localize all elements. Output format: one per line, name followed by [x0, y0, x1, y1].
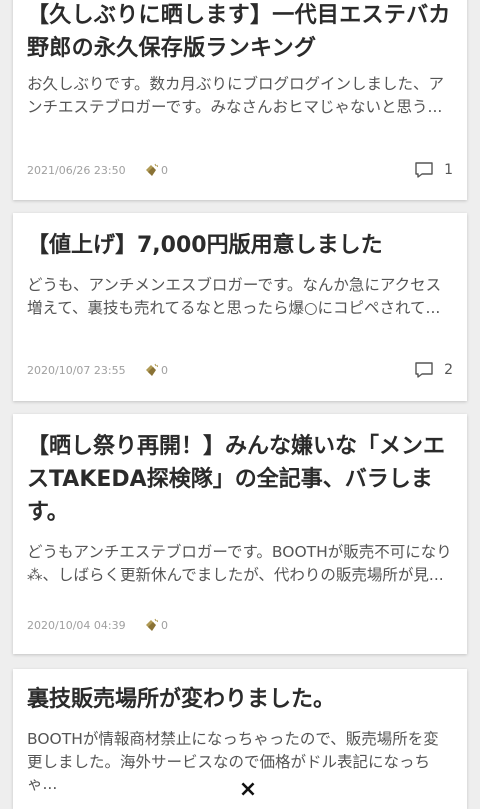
- article-card[interactable]: 【値上げ】7,000円版用意しました どうも、アンチメンエスブロガーです。なんか…: [13, 213, 467, 401]
- article-title[interactable]: 【晒し祭り再開！】みんな嫌いな「メンエスTAKEDA探検隊」の全記事、バラします…: [27, 414, 453, 529]
- clap-button[interactable]: 0: [143, 618, 168, 632]
- article-title[interactable]: 【値上げ】7,000円版用意しました: [27, 213, 453, 262]
- article-meta: 2021/06/26 23:50 0 1: [27, 159, 453, 181]
- article-meta: 2020/10/04 04:39 0: [27, 614, 453, 636]
- article-card[interactable]: 【久しぶりに晒します】一代目エステバカ野郎の永久保存版ランキング お久しぶりです…: [13, 0, 467, 200]
- article-title[interactable]: 裏技販売場所が変わりました。: [27, 669, 453, 716]
- clap-count: 0: [161, 163, 168, 177]
- article-excerpt: どうも、アンチメンエスブロガーです。なんか急にアクセス増えて、裏技も売れてるなと…: [27, 276, 442, 317]
- comment-bubble-icon: [415, 362, 433, 378]
- article-card[interactable]: 【晒し祭り再開！】みんな嫌いな「メンエスTAKEDA探検隊」の全記事、バラします…: [13, 414, 467, 654]
- clap-hands-icon: [146, 163, 158, 176]
- article-excerpt: お久しぶりです。数カ月ぶりにブログログインしました、アンチエステブロガーです。み…: [27, 75, 444, 116]
- article-meta: 2020/10/07 23:55 0 2: [27, 359, 453, 381]
- clap-hands-icon: [146, 363, 158, 376]
- post-date: 2020/10/07 23:55: [27, 363, 126, 377]
- close-icon[interactable]: ×: [238, 779, 258, 801]
- article-excerpt: どうもアンチエステブロガーです。BOOTHが販売不可になり⁂、しばらく更新休んで…: [27, 543, 452, 584]
- comment-bubble-icon: [415, 162, 433, 178]
- article-title[interactable]: 【久しぶりに晒します】一代目エステバカ野郎の永久保存版ランキング: [27, 0, 453, 65]
- clap-count: 0: [161, 363, 168, 377]
- comment-count: 1: [444, 162, 453, 178]
- post-date: 2020/10/04 04:39: [27, 618, 126, 632]
- comment-link[interactable]: 1: [414, 161, 453, 179]
- comment-count: 2: [444, 362, 453, 378]
- clap-button[interactable]: 0: [143, 163, 168, 177]
- clap-hands-icon: [146, 618, 158, 631]
- clap-button[interactable]: 0: [143, 363, 168, 377]
- clap-count: 0: [161, 618, 168, 632]
- post-date: 2021/06/26 23:50: [27, 163, 126, 177]
- comment-link[interactable]: 2: [414, 361, 453, 379]
